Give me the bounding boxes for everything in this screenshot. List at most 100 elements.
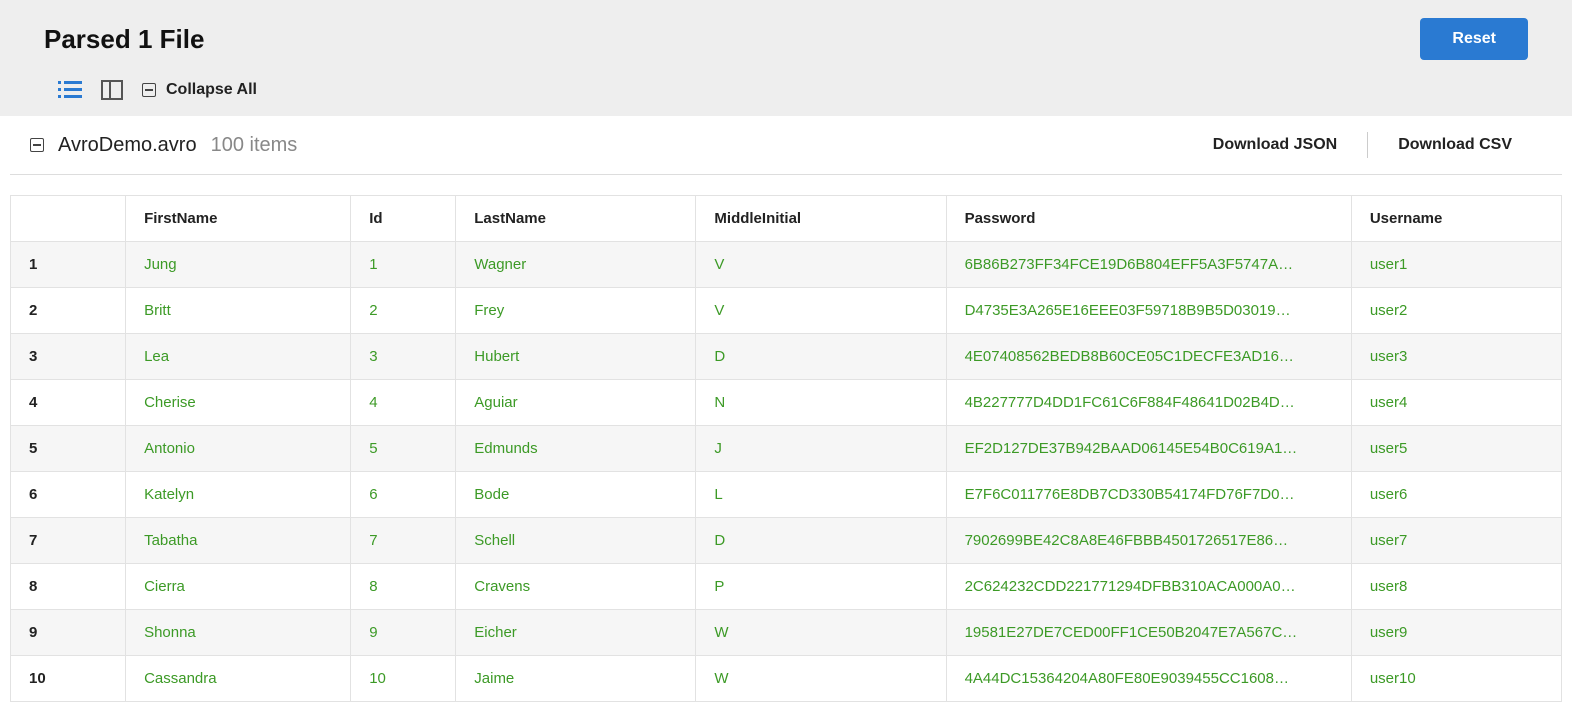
col-header-password[interactable]: Password [946, 196, 1351, 242]
cell-password: 7902699BE42C8A8E46FBBB4501726517E86… [946, 518, 1351, 564]
table-row: 2Britt2FreyVD4735E3A265E16EEE03F59718B9B… [11, 288, 1562, 334]
cell-firstname: Cherise [126, 380, 351, 426]
cell-lastname: Cravens [456, 564, 696, 610]
row-index: 2 [11, 288, 126, 334]
file-left: AvroDemo.avro 100 items [30, 134, 297, 157]
cell-id: 8 [351, 564, 456, 610]
cell-firstname: Tabatha [126, 518, 351, 564]
table-row: 6Katelyn6BodeLE7F6C011776E8DB7CD330B5417… [11, 472, 1562, 518]
cell-username: user5 [1351, 426, 1561, 472]
cell-middleinitial: D [696, 334, 946, 380]
cell-username: user2 [1351, 288, 1561, 334]
row-index: 7 [11, 518, 126, 564]
cell-lastname: Hubert [456, 334, 696, 380]
table-row: 3Lea3HubertD4E07408562BEDB8B60CE05C1DECF… [11, 334, 1562, 380]
cell-username: user3 [1351, 334, 1561, 380]
row-index: 3 [11, 334, 126, 380]
table-row: 1Jung1WagnerV6B86B273FF34FCE19D6B804EFF5… [11, 242, 1562, 288]
cell-id: 5 [351, 426, 456, 472]
cell-middleinitial: N [696, 380, 946, 426]
cell-password: 2C624232CDD221771294DFBB310ACA000A0… [946, 564, 1351, 610]
table-row: 10Cassandra10JaimeW4A44DC15364204A80FE80… [11, 656, 1562, 702]
reset-button[interactable]: Reset [1420, 18, 1528, 60]
table-row: 5Antonio5EdmundsJEF2D127DE37B942BAAD0614… [11, 426, 1562, 472]
cell-id: 9 [351, 610, 456, 656]
cell-middleinitial: D [696, 518, 946, 564]
row-index: 1 [11, 242, 126, 288]
row-index: 8 [11, 564, 126, 610]
cell-id: 10 [351, 656, 456, 702]
cell-middleinitial: V [696, 288, 946, 334]
cell-password: 4E07408562BEDB8B60CE05C1DECFE3AD16… [946, 334, 1351, 380]
col-header-middleinitial[interactable]: MiddleInitial [696, 196, 946, 242]
cell-id: 4 [351, 380, 456, 426]
cell-firstname: Cierra [126, 564, 351, 610]
file-actions: Download JSON Download CSV [1183, 132, 1542, 158]
col-header-id[interactable]: Id [351, 196, 456, 242]
download-json-button[interactable]: Download JSON [1183, 132, 1367, 158]
split-view-icon[interactable] [100, 78, 124, 102]
cell-lastname: Wagner [456, 242, 696, 288]
cell-password: 19581E27DE7CED00FF1CE50B2047E7A567C… [946, 610, 1351, 656]
cell-username: user1 [1351, 242, 1561, 288]
row-index: 5 [11, 426, 126, 472]
cell-lastname: Frey [456, 288, 696, 334]
page-title: Parsed 1 File [44, 24, 204, 55]
list-view-icon[interactable] [58, 78, 82, 102]
cell-firstname: Britt [126, 288, 351, 334]
col-header-lastname[interactable]: LastName [456, 196, 696, 242]
table-header-row: FirstName Id LastName MiddleInitial Pass… [11, 196, 1562, 242]
cell-password: 4A44DC15364204A80FE80E9039455CC1608… [946, 656, 1351, 702]
cell-firstname: Lea [126, 334, 351, 380]
cell-firstname: Antonio [126, 426, 351, 472]
row-index: 4 [11, 380, 126, 426]
cell-middleinitial: W [696, 656, 946, 702]
header-bar: Parsed 1 File Reset Collapse All [0, 0, 1572, 116]
cell-id: 6 [351, 472, 456, 518]
collapse-icon [142, 83, 156, 97]
cell-username: user6 [1351, 472, 1561, 518]
cell-id: 2 [351, 288, 456, 334]
items-count: 100 items [211, 134, 298, 157]
cell-username: user9 [1351, 610, 1561, 656]
header-top: Parsed 1 File Reset [44, 18, 1528, 60]
cell-firstname: Jung [126, 242, 351, 288]
cell-password: EF2D127DE37B942BAAD06145E54B0C619A1… [946, 426, 1351, 472]
cell-id: 7 [351, 518, 456, 564]
cell-username: user10 [1351, 656, 1561, 702]
cell-password: E7F6C011776E8DB7CD330B54174FD76F7D0… [946, 472, 1351, 518]
table-wrap: FirstName Id LastName MiddleInitial Pass… [0, 195, 1572, 702]
row-index: 6 [11, 472, 126, 518]
cell-username: user8 [1351, 564, 1561, 610]
cell-password: 6B86B273FF34FCE19D6B804EFF5A3F5747A… [946, 242, 1351, 288]
cell-lastname: Eicher [456, 610, 696, 656]
cell-lastname: Schell [456, 518, 696, 564]
cell-firstname: Cassandra [126, 656, 351, 702]
table-row: 7Tabatha7SchellD7902699BE42C8A8E46FBBB45… [11, 518, 1562, 564]
collapse-file-icon[interactable] [30, 138, 44, 152]
table-row: 8Cierra8CravensP2C624232CDD221771294DFBB… [11, 564, 1562, 610]
cell-username: user7 [1351, 518, 1561, 564]
cell-username: user4 [1351, 380, 1561, 426]
table-row: 9Shonna9EicherW19581E27DE7CED00FF1CE50B2… [11, 610, 1562, 656]
file-name: AvroDemo.avro [58, 134, 197, 157]
col-header-username[interactable]: Username [1351, 196, 1561, 242]
collapse-all-button[interactable]: Collapse All [142, 81, 257, 99]
row-index: 10 [11, 656, 126, 702]
file-bar: AvroDemo.avro 100 items Download JSON Do… [10, 116, 1562, 175]
cell-lastname: Aguiar [456, 380, 696, 426]
col-header-firstname[interactable]: FirstName [126, 196, 351, 242]
download-csv-button[interactable]: Download CSV [1368, 132, 1542, 158]
cell-firstname: Katelyn [126, 472, 351, 518]
table-row: 4Cherise4AguiarN4B227777D4DD1FC61C6F884F… [11, 380, 1562, 426]
cell-lastname: Jaime [456, 656, 696, 702]
col-header-index [11, 196, 126, 242]
cell-middleinitial: V [696, 242, 946, 288]
cell-password: 4B227777D4DD1FC61C6F884F48641D02B4D… [946, 380, 1351, 426]
row-index: 9 [11, 610, 126, 656]
cell-lastname: Edmunds [456, 426, 696, 472]
cell-lastname: Bode [456, 472, 696, 518]
data-table: FirstName Id LastName MiddleInitial Pass… [10, 195, 1562, 702]
cell-firstname: Shonna [126, 610, 351, 656]
header-controls: Collapse All [44, 78, 1528, 102]
